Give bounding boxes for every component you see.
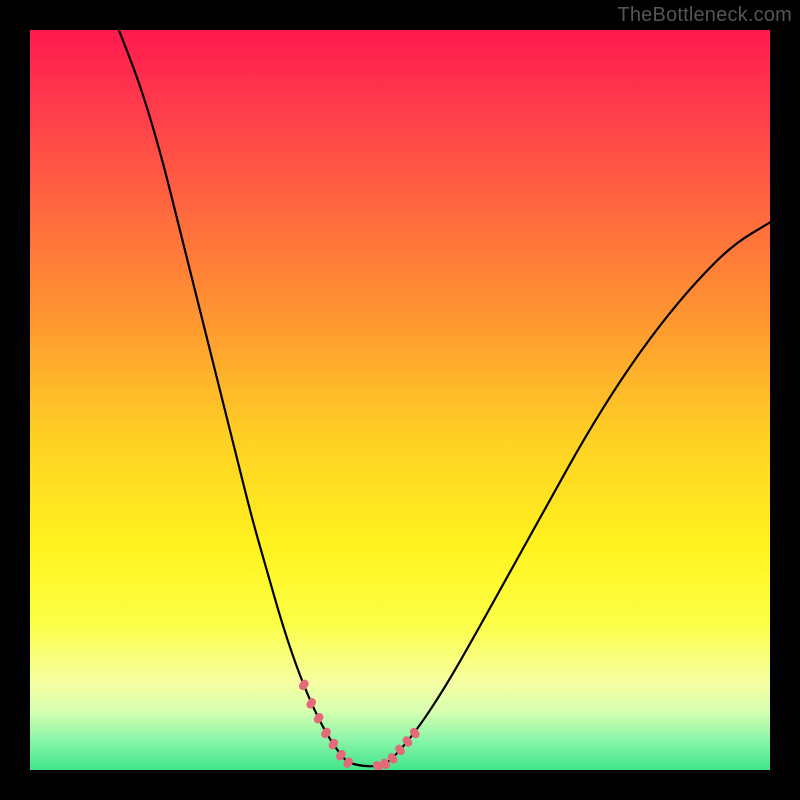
curve-layer xyxy=(30,30,770,770)
valley-tick xyxy=(312,711,325,725)
valley-ticks-right xyxy=(371,726,421,770)
valley-tick xyxy=(297,678,310,692)
chart-stage: TheBottleneck.com xyxy=(0,0,800,800)
bottleneck-curve xyxy=(119,30,770,766)
watermark-text: TheBottleneck.com xyxy=(617,4,792,27)
valley-tick xyxy=(305,697,318,711)
plot-area xyxy=(30,30,770,770)
